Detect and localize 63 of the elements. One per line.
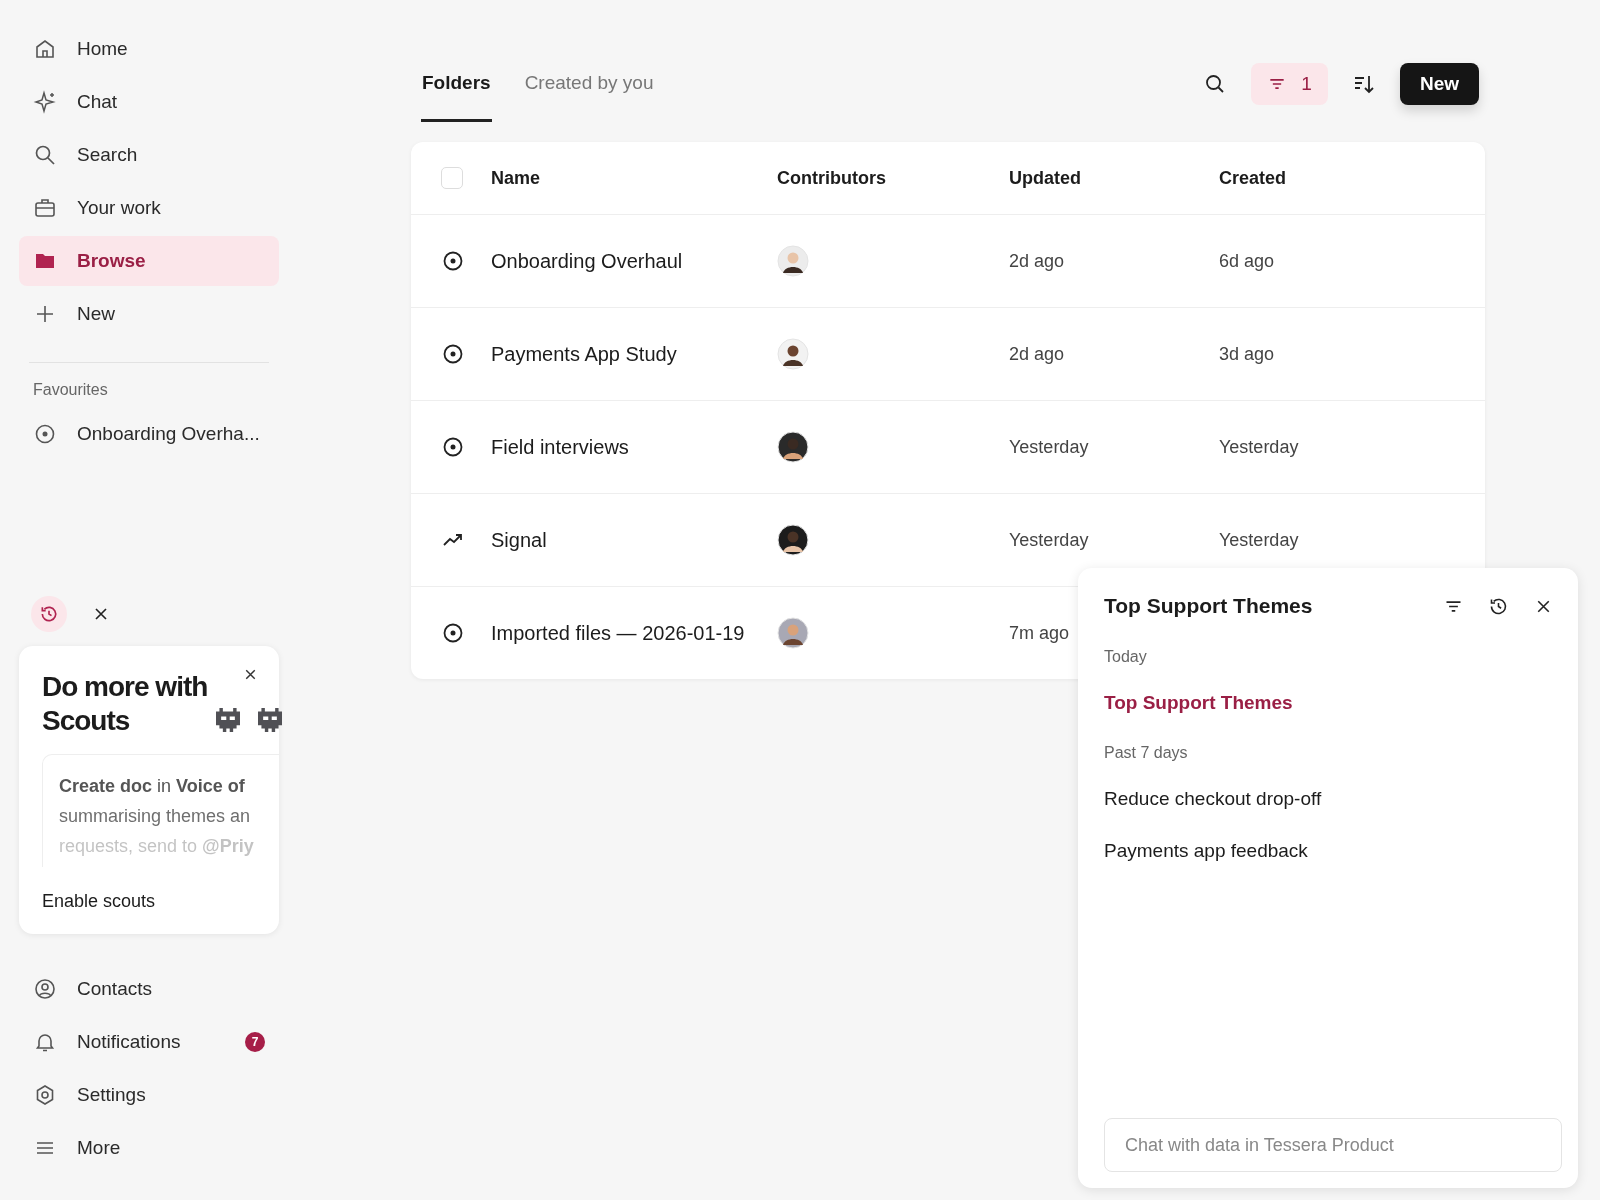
- new-button[interactable]: New: [1399, 63, 1479, 105]
- count-badge: 7: [245, 1032, 265, 1052]
- table-row[interactable]: Onboarding Overhaul 2d ago 6d ago: [411, 214, 1485, 307]
- target-icon: [441, 342, 465, 366]
- briefcase-icon: [33, 196, 57, 220]
- folder-name: Field interviews: [491, 435, 630, 459]
- table-cell-text: Yesterday: [1009, 436, 1090, 458]
- column-header: Contributors: [777, 167, 887, 189]
- sparkle-icon: [33, 90, 57, 114]
- favourite-item[interactable]: Onboarding Overha...: [19, 409, 279, 459]
- column-header: Created: [1219, 167, 1288, 189]
- table-cell-text: Yesterday: [1009, 529, 1090, 551]
- table-cell-text: Yesterday: [1219, 436, 1300, 458]
- history-item[interactable]: Payments app feedback: [1104, 840, 1562, 862]
- nav-item[interactable]: Chat: [19, 77, 279, 127]
- folder-name: Imported files — 2026-01-19: [491, 621, 746, 645]
- nav-item[interactable]: More: [19, 1123, 279, 1173]
- table-cell-text: 7m ago: [1009, 622, 1071, 644]
- user-icon: [33, 977, 57, 1001]
- enable-link[interactable]: Enable scouts: [42, 891, 257, 912]
- table-cell-text: 2d ago: [1009, 343, 1066, 365]
- nav-item[interactable]: Home: [19, 24, 279, 74]
- folder-name: Signal: [491, 528, 548, 552]
- column-header: Name: [491, 167, 542, 189]
- nav-item[interactable]: Settings: [19, 1070, 279, 1120]
- folder-name: Onboarding Overhaul: [491, 249, 684, 273]
- robot-icon: [256, 708, 284, 732]
- table-cell-text: 6d ago: [1219, 250, 1276, 272]
- nav-item[interactable]: Your work: [19, 183, 279, 233]
- nav-item[interactable]: Contacts: [19, 964, 279, 1014]
- target-icon: [441, 621, 465, 645]
- panel-title: Top Support Themes: [1104, 594, 1314, 618]
- filter-button[interactable]: 1: [1251, 63, 1328, 105]
- history-icon: [39, 604, 59, 624]
- robot-icon: [214, 708, 242, 732]
- prompt-preview: Create doc in Voice of summarising themes an requests, send to @Priy: [42, 754, 279, 867]
- target-icon: [441, 435, 465, 459]
- table-row[interactable]: Payments App Study 2d ago 3d ago: [411, 307, 1485, 400]
- nav-item[interactable]: New: [19, 289, 279, 339]
- home-icon: [33, 37, 57, 61]
- history-item[interactable]: Top Support Themes: [1104, 692, 1562, 714]
- select-all-checkbox[interactable]: [441, 167, 463, 189]
- column-header: Updated: [1009, 167, 1082, 189]
- nav-item[interactable]: Search: [19, 130, 279, 180]
- search-icon: [33, 143, 57, 167]
- table-cell-text: 3d ago: [1219, 343, 1276, 365]
- folder-name: Payments App Study: [491, 342, 678, 366]
- chat-input[interactable]: Chat with data in Tessera Product: [1104, 1118, 1562, 1172]
- promo-title: Do more with Scouts: [42, 670, 209, 738]
- table-cell-text: 2d ago: [1009, 250, 1066, 272]
- table-row[interactable]: Field interviews Yesterday Yesterday: [411, 400, 1485, 493]
- group-heading: Today: [1104, 648, 1148, 666]
- nav-item[interactable]: Notifications 7: [19, 1017, 279, 1067]
- group-heading: Past 7 days: [1104, 744, 1189, 762]
- target-icon: [33, 422, 57, 446]
- target-icon: [441, 249, 465, 273]
- nav-item[interactable]: Browse: [19, 236, 279, 286]
- table-cell-text: Yesterday: [1219, 529, 1300, 551]
- history-button[interactable]: [31, 596, 67, 632]
- section-heading: Favourites: [32, 381, 109, 400]
- tab[interactable]: Folders: [421, 46, 492, 122]
- tab[interactable]: Created by you: [523, 46, 655, 122]
- history-item[interactable]: Reduce checkout drop-off: [1104, 788, 1562, 810]
